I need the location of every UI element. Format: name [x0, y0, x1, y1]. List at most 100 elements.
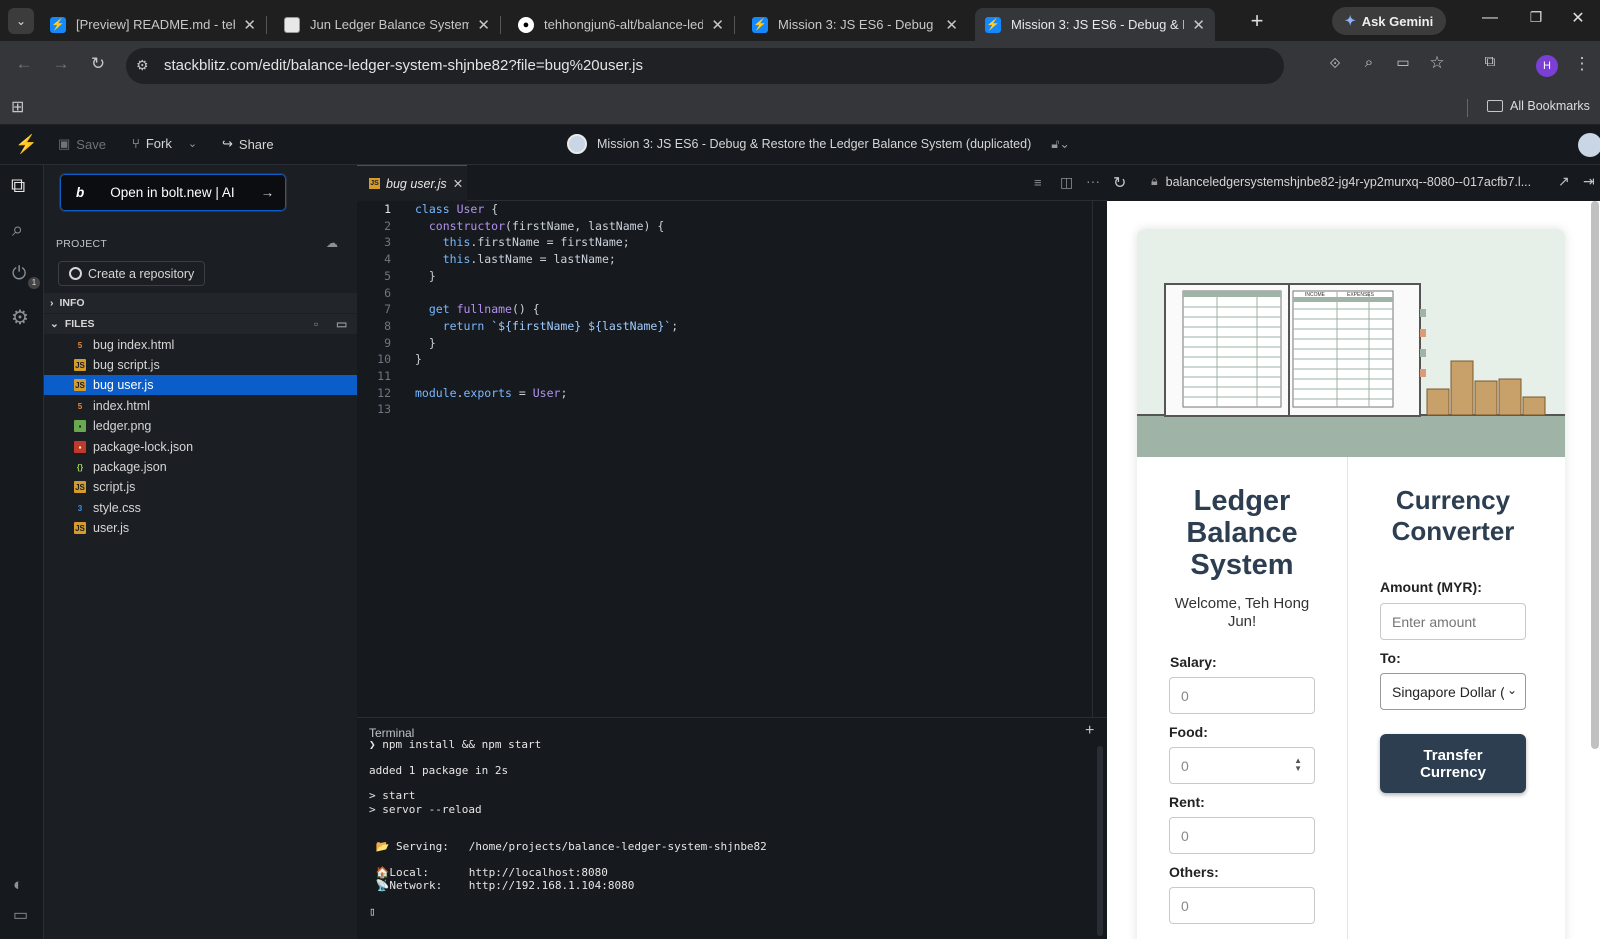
code-line[interactable]: 13: [357, 401, 1093, 418]
others-input[interactable]: 0: [1169, 887, 1315, 924]
avatar[interactable]: H: [1536, 55, 1558, 77]
close-icon[interactable]: ✕: [1192, 16, 1205, 34]
stepper-icon[interactable]: ▲ ▼: [1294, 757, 1302, 773]
editor-tab[interactable]: JS bug user.js ✕: [357, 165, 467, 201]
save-button[interactable]: ▣ Save: [58, 136, 106, 152]
restore-button[interactable]: ❐: [1524, 9, 1548, 26]
file-item[interactable]: 5 bug index.html: [44, 335, 357, 355]
preview-scrollbar[interactable]: [1591, 201, 1599, 749]
file-item[interactable]: ▪ ledger.png: [44, 416, 357, 436]
lock-icon[interactable]: 🔓︎⌄: [1051, 136, 1070, 152]
share-button[interactable]: ↪ Share: [222, 136, 274, 152]
settings-gear-icon[interactable]: ⚙: [11, 305, 29, 330]
file-item[interactable]: JS bug script.js: [44, 355, 357, 375]
code-line[interactable]: 6: [357, 285, 1093, 302]
panel-toggle-icon[interactable]: ▭: [13, 905, 28, 925]
apps-grid-icon[interactable]: ⊞: [11, 97, 24, 117]
code-line[interactable]: 8 return `${firstName} ${lastName}`;: [357, 318, 1093, 335]
ask-gemini-button[interactable]: ✦ Ask Gemini: [1332, 7, 1446, 35]
collapse-preview-icon[interactable]: ⇥: [1583, 173, 1595, 190]
file-item[interactable]: ▪ package-lock.json: [44, 437, 357, 457]
code-line[interactable]: 9 }: [357, 335, 1093, 352]
browser-tab[interactable]: ● tehhongjun6-alt/balance-ledg ✕: [508, 8, 734, 41]
search-icon[interactable]: ⌕: [12, 219, 23, 242]
site-info-icon[interactable]: ⚙: [136, 57, 149, 74]
reload-icon[interactable]: ↻: [86, 54, 110, 74]
back-icon[interactable]: ←: [12, 54, 36, 74]
file-item[interactable]: JS user.js: [44, 518, 357, 538]
code-line[interactable]: 1 class User {: [357, 201, 1093, 218]
url-text[interactable]: stackblitz.com/edit/balance-ledger-syste…: [164, 57, 643, 74]
open-in-bolt-button[interactable]: b Open in bolt.new | AI →: [59, 173, 287, 212]
split-editor-icon[interactable]: ◫: [1060, 174, 1073, 191]
code-line[interactable]: 3 this.firstName = firstName;: [357, 234, 1093, 251]
transfer-currency-button[interactable]: Transfer Currency: [1380, 734, 1526, 793]
bookmark-star-icon[interactable]: ☆: [1425, 53, 1449, 73]
file-item[interactable]: {} package.json: [44, 457, 357, 477]
new-folder-icon[interactable]: ▭: [336, 317, 347, 331]
tab-search-button[interactable]: ⌄: [8, 8, 34, 34]
new-file-icon[interactable]: ▫: [314, 317, 318, 331]
more-icon[interactable]: ···: [1086, 173, 1100, 189]
fork-button[interactable]: ⑂ Fork ⌄: [132, 136, 197, 151]
all-bookmarks-button[interactable]: All Bookmarks: [1487, 99, 1590, 113]
close-icon[interactable]: ✕: [453, 176, 463, 191]
code-line[interactable]: 12 module.exports = User;: [357, 385, 1093, 402]
code-line[interactable]: 4 this.lastName = lastName;: [357, 251, 1093, 268]
code-area[interactable]: 1 class User {2 constructor(firstName, la…: [357, 201, 1093, 717]
browser-tab[interactable]: ⚡ Mission 3: JS ES6 - Debug & R ✕: [742, 8, 968, 41]
food-input[interactable]: 0 ▲ ▼: [1169, 747, 1315, 784]
extensions-icon[interactable]: ⧉: [1478, 53, 1502, 70]
chevron-down-icon: ⌄: [50, 318, 59, 330]
code-line[interactable]: 5 }: [357, 268, 1093, 285]
new-tab-button[interactable]: +: [1244, 8, 1270, 34]
forward-icon[interactable]: →: [49, 54, 73, 74]
format-icon[interactable]: ≡: [1034, 175, 1042, 190]
files-section[interactable]: ⌄ FILES ▫ ▭: [44, 314, 357, 334]
code-line[interactable]: 10}: [357, 351, 1093, 368]
install-app-icon[interactable]: ▭: [1391, 54, 1415, 71]
theme-toggle-icon[interactable]: ◐: [13, 875, 23, 895]
menu-icon[interactable]: ⋮: [1570, 54, 1594, 74]
refresh-preview-icon[interactable]: ↻: [1113, 173, 1126, 193]
info-section[interactable]: › INFO: [44, 293, 357, 313]
address-bar[interactable]: ⚙ stackblitz.com/edit/balance-ledger-sys…: [126, 48, 1284, 84]
preview-url-bar[interactable]: 🔒︎ balanceledgersystemshjnbe82-jg4r-yp2m…: [1151, 174, 1551, 189]
code-line[interactable]: 11: [357, 368, 1093, 385]
user-avatar[interactable]: [1578, 133, 1600, 157]
close-icon[interactable]: ✕: [477, 16, 490, 34]
translate-icon[interactable]: ⟐: [1323, 55, 1347, 72]
terminal-panel[interactable]: Terminal + ❯ npm install && npm start add…: [357, 717, 1107, 939]
bolt-icon: ⚡: [985, 16, 1001, 33]
file-item-selected[interactable]: JS bug user.js: [44, 375, 357, 395]
minimize-button[interactable]: —: [1478, 9, 1502, 27]
zoom-icon[interactable]: ⌕: [1357, 54, 1381, 71]
code-line[interactable]: 2 constructor(firstName, lastName) {: [357, 218, 1093, 235]
open-new-window-icon[interactable]: ↗: [1558, 173, 1570, 190]
create-repository-button[interactable]: Create a repository: [58, 261, 206, 286]
salary-input[interactable]: 0: [1169, 677, 1315, 714]
close-window-button[interactable]: ✕: [1566, 8, 1590, 28]
project-title-bar[interactable]: Mission 3: JS ES6 - Debug & Restore the …: [567, 134, 1070, 154]
rent-input[interactable]: 0: [1169, 817, 1315, 854]
close-icon[interactable]: ✕: [711, 16, 724, 34]
stackblitz-logo-icon[interactable]: ⚡: [15, 134, 37, 155]
file-item[interactable]: 3 style.css: [44, 498, 357, 518]
file-item[interactable]: 5 index.html: [44, 396, 357, 416]
browser-tab[interactable]: ⚡ [Preview] README.md - tehho ✕: [40, 8, 266, 41]
currency-select[interactable]: Singapore Dollar ( ⌄: [1380, 673, 1526, 710]
amount-input[interactable]: [1380, 603, 1526, 640]
close-icon[interactable]: ✕: [945, 16, 958, 34]
add-terminal-icon[interactable]: +: [1085, 722, 1094, 740]
cloud-upload-icon[interactable]: ☁: [326, 236, 338, 250]
chevron-down-icon[interactable]: ⌄: [188, 137, 197, 150]
terminal-scrollbar[interactable]: [1097, 746, 1103, 936]
file-name: style.css: [93, 501, 141, 515]
close-icon[interactable]: ✕: [243, 16, 256, 34]
browser-tab-active[interactable]: ⚡ Mission 3: JS ES6 - Debug & R ✕: [975, 8, 1215, 41]
plugin-icon[interactable]: ⏻: [12, 263, 26, 284]
file-item[interactable]: JS script.js: [44, 477, 357, 497]
code-line[interactable]: 7 get fullname() {: [357, 301, 1093, 318]
browser-tab[interactable]: Jun Ledger Balance System ✕: [274, 8, 500, 41]
files-icon[interactable]: ⧉: [11, 175, 25, 198]
